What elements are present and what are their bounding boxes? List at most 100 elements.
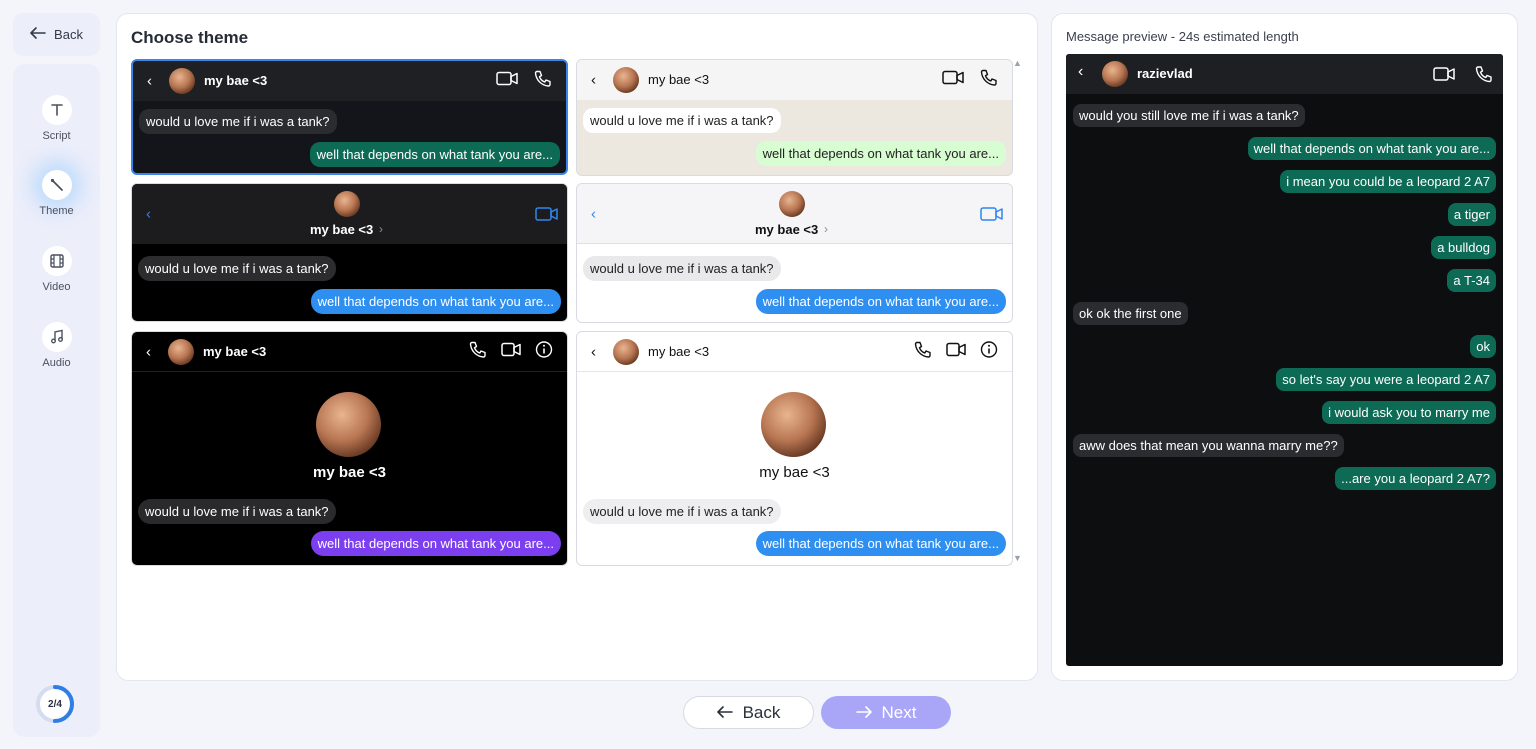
preview-panel: Message preview - 24s estimated length ‹… <box>1051 13 1518 681</box>
incoming-message: would u love me if i was a tank? <box>583 256 781 281</box>
preview-message: i mean you could be a leopard 2 A7 <box>1280 170 1496 193</box>
card-header: ‹ my bae <3 › <box>577 184 1012 244</box>
card-header: ‹ my bae <3 <box>577 332 1012 372</box>
theme-card-whatsapp-dark[interactable]: ‹ my bae <3 would u love me if i was a t… <box>131 59 568 175</box>
profile-name: my bae <3 <box>759 464 830 481</box>
avatar <box>613 339 639 365</box>
header-actions <box>942 69 998 92</box>
profile-name: my bae <3 <box>313 464 386 481</box>
contact-name: my bae <3 <box>648 344 710 359</box>
phone-icon <box>534 70 552 93</box>
page-title: Choose theme <box>131 28 249 47</box>
arrow-left-icon <box>30 27 46 42</box>
preview-message: ok <box>1470 335 1496 358</box>
chevron-right-icon: › <box>379 222 383 236</box>
nav-item-script[interactable]: Script <box>13 95 100 142</box>
outgoing-message: well that depends on what tank you are..… <box>755 289 1006 314</box>
phone-icon <box>914 340 932 363</box>
video-camera-icon <box>535 206 559 227</box>
theme-card-messenger-dark[interactable]: ‹ my bae <3 my bae <3 would u love me if… <box>131 331 568 566</box>
profile-avatar <box>316 392 381 457</box>
scroll-up-icon[interactable]: ▲ <box>1013 58 1022 68</box>
chevron-left-icon: ‹ <box>146 205 151 223</box>
sidebar-nav: Script Theme Video Audio 2/4 <box>13 64 100 737</box>
card-header: ‹ my bae <3 <box>132 332 567 372</box>
avatar <box>1102 61 1128 87</box>
contact-name: my bae <3 <box>310 222 374 237</box>
chevron-left-icon: ‹ <box>591 71 596 89</box>
incoming-message: would u love me if i was a tank? <box>139 109 337 134</box>
arrow-left-icon <box>716 703 733 723</box>
sidebar-back-label: Back <box>54 27 83 42</box>
incoming-message: would u love me if i was a tank? <box>138 256 336 281</box>
avatar <box>613 67 639 93</box>
brush-icon <box>41 170 72 200</box>
phone-header: ‹ razievlad <box>1066 54 1503 94</box>
phone-icon <box>469 340 487 363</box>
film-icon <box>41 246 72 276</box>
next-button[interactable]: Next <box>821 696 951 729</box>
outgoing-message: well that depends on what tank you are..… <box>755 531 1006 556</box>
video-camera-icon <box>501 341 521 362</box>
outgoing-message: well that depends on what tank you are..… <box>310 289 561 314</box>
arrow-right-icon <box>855 703 872 723</box>
theme-card-messenger-light[interactable]: ‹ my bae <3 my bae <3 would u love me if… <box>576 331 1013 566</box>
theme-card-imessage-light[interactable]: ‹ my bae <3 › would u love me if i was a… <box>576 183 1013 323</box>
step-progress: 2/4 <box>35 684 75 724</box>
phone-icon <box>980 69 998 92</box>
preview-message: aww does that mean you wanna marry me?? <box>1073 434 1344 457</box>
nav-item-audio[interactable]: Audio <box>13 322 100 369</box>
header-actions <box>469 340 553 363</box>
card-header: ‹ my bae <3 <box>577 60 1012 100</box>
progress-label: 2/4 <box>48 698 62 710</box>
incoming-message: would u love me if i was a tank? <box>138 499 336 524</box>
chevron-left-icon: ‹ <box>147 72 152 90</box>
card-header: ‹ my bae <3 <box>133 61 566 101</box>
preview-message: a T-34 <box>1447 269 1496 292</box>
outgoing-message: well that depends on what tank you are..… <box>755 141 1006 166</box>
preview-message: ok ok the first one <box>1073 302 1188 325</box>
contact-name: my bae <3 <box>755 222 819 237</box>
incoming-message: would u love me if i was a tank? <box>583 108 781 133</box>
music-note-icon <box>41 322 72 352</box>
header-actions <box>496 70 552 93</box>
preview-message: ...are you a leopard 2 A7? <box>1335 467 1496 490</box>
info-icon <box>980 340 998 363</box>
nav-item-video[interactable]: Video <box>13 246 100 293</box>
contact-name: razievlad <box>1137 66 1193 81</box>
header-actions <box>914 340 998 363</box>
back-button[interactable]: Back <box>683 696 814 729</box>
text-icon <box>41 95 72 125</box>
nav-label-theme: Theme <box>39 205 74 217</box>
nav-label-video: Video <box>42 281 71 293</box>
chevron-left-icon: ‹ <box>146 343 151 360</box>
outgoing-message: well that depends on what tank you are..… <box>310 531 561 556</box>
avatar <box>168 339 194 365</box>
preview-message: a bulldog <box>1431 236 1496 259</box>
chevron-left-icon: ‹ <box>591 343 596 360</box>
card-header: ‹ my bae <3 › <box>132 184 567 244</box>
chevron-left-icon: ‹ <box>591 205 596 222</box>
info-icon <box>535 340 553 363</box>
nav-item-theme[interactable]: Theme <box>13 170 100 217</box>
avatar <box>334 191 360 217</box>
outgoing-message: well that depends on what tank you are..… <box>309 142 560 167</box>
avatar <box>169 68 195 94</box>
video-camera-icon <box>946 341 966 362</box>
preview-message: i would ask you to marry me <box>1322 401 1496 424</box>
contact-name: my bae <3 <box>203 344 267 359</box>
nav-label-script: Script <box>42 130 71 142</box>
theme-card-imessage-dark[interactable]: ‹ my bae <3 › would u love me if i was a… <box>131 183 568 322</box>
phone-icon <box>1475 65 1493 88</box>
scroll-down-icon[interactable]: ▼ <box>1013 553 1022 563</box>
preview-title: Message preview - 24s estimated length <box>1066 29 1299 44</box>
contact-name: my bae <3 <box>204 73 268 88</box>
profile-avatar <box>761 392 826 457</box>
video-camera-icon <box>496 71 518 92</box>
sidebar-back-button[interactable]: Back <box>13 13 100 56</box>
preview-message: a tiger <box>1447 203 1496 226</box>
avatar <box>779 191 805 217</box>
theme-card-whatsapp-light[interactable]: ‹ my bae <3 would u love me if i was a t… <box>576 59 1013 176</box>
theme-chooser-panel: Choose theme ▲ ▼ ‹ my bae <3 would u lov… <box>116 13 1038 681</box>
video-camera-icon <box>1433 66 1455 87</box>
